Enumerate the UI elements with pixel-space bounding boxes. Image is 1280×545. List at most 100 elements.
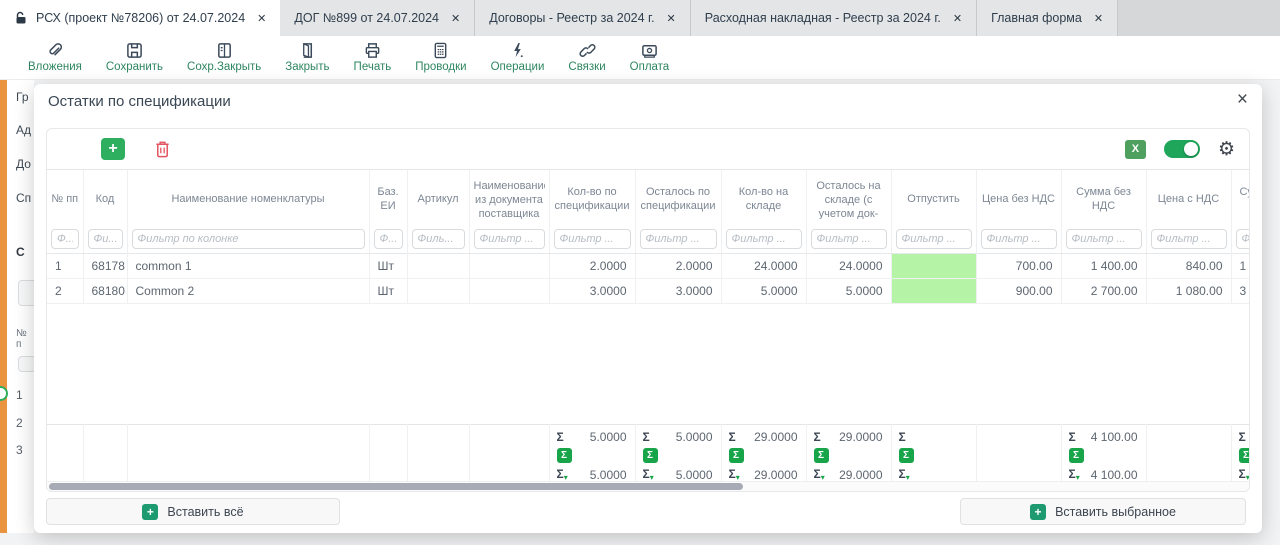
insert-selected-button[interactable]: + Вставить выбранное xyxy=(960,498,1246,525)
payment-button[interactable]: Оплата xyxy=(618,36,682,80)
close-button[interactable]: Закрыть xyxy=(273,36,341,80)
link-icon xyxy=(578,42,597,59)
col-header-sum-vat[interactable]: Сумма с НДС xyxy=(1231,170,1249,227)
tab-dog-899[interactable]: ДОГ №899 от 24.07.2024 ✕ xyxy=(280,0,475,36)
totals-qty-stock: Σ29.0000 Σ Σ▾29.0000 xyxy=(721,425,806,482)
cell-base-unit: Шт xyxy=(369,279,407,304)
filter-input-supplier-doc-name[interactable] xyxy=(474,229,545,249)
filter-input-code[interactable] xyxy=(88,229,123,249)
postings-button[interactable]: Проводки xyxy=(403,36,478,80)
filter-input-sum-vat[interactable] xyxy=(1236,229,1250,249)
filter-input-left-spec[interactable] xyxy=(640,229,717,249)
attachments-label: Вложения xyxy=(28,61,82,73)
toggle-knob xyxy=(1184,142,1198,156)
tab-dogovory-registry[interactable]: Договоры - Реестр за 2024 г. ✕ xyxy=(475,0,691,36)
cell-article xyxy=(407,254,469,279)
tab-close-icon[interactable]: ✕ xyxy=(667,12,676,25)
sum-selected-icon[interactable]: Σ xyxy=(814,448,829,463)
filter-input-sum-no-vat[interactable] xyxy=(1066,229,1142,249)
tab-close-icon[interactable]: ✕ xyxy=(257,12,266,25)
bg-field-label: Сп xyxy=(16,191,31,205)
col-header-left-spec[interactable]: Осталось по спецификации xyxy=(635,170,721,227)
col-header-code[interactable]: Код xyxy=(83,170,127,227)
filter-input-name[interactable] xyxy=(132,229,365,249)
attachments-button[interactable]: Вложения xyxy=(16,36,94,80)
totals-sum-no-vat: Σ4 100.00 Σ Σ▾4 100.00 xyxy=(1061,425,1146,482)
tab-close-icon[interactable]: ✕ xyxy=(953,12,962,25)
links-label: Связки xyxy=(568,61,605,73)
dialog-close-icon[interactable]: × xyxy=(1237,89,1248,111)
col-header-price-no-vat[interactable]: Цена без НДС xyxy=(976,170,1061,227)
sum-icon: Σ xyxy=(557,430,564,444)
sum-icon: Σ xyxy=(729,430,736,444)
filter-input-qty-spec[interactable] xyxy=(554,229,631,249)
links-button[interactable]: Связки xyxy=(556,36,617,80)
orange-accent-bar xyxy=(0,36,7,533)
scrollbar-thumb[interactable] xyxy=(49,483,743,490)
col-header-base-unit[interactable]: Баз. ЕИ xyxy=(369,170,407,227)
bg-row-number: 1 xyxy=(16,388,23,402)
cell-name: common 1 xyxy=(127,254,369,279)
sum-filtered-icon: Σ▾ xyxy=(1239,467,1250,481)
insert-all-button[interactable]: + Вставить всё xyxy=(46,498,340,525)
cell-code: 68178 xyxy=(83,254,127,279)
totals-release: Σ Σ Σ▾ xyxy=(891,425,976,482)
sum-filtered-icon: Σ▾ xyxy=(814,467,825,481)
delete-row-button[interactable] xyxy=(151,138,173,160)
sum-selected-icon[interactable]: Σ xyxy=(1239,448,1250,463)
release-qty-cell[interactable] xyxy=(891,254,976,279)
tab-rashodnaya-registry[interactable]: Расходная накладная - Реестр за 2024 г. … xyxy=(691,0,977,36)
filter-input-base-unit[interactable] xyxy=(374,229,403,249)
main-toolbar: Вложения Сохранить Сохр.Закрыть Закрыть … xyxy=(0,36,1280,80)
table-row[interactable]: 2 68180 Common 2 Шт 3.0000 3.0000 5.0000… xyxy=(47,279,1249,304)
col-header-release[interactable]: Отпустить xyxy=(891,170,976,227)
bg-filter-fragment xyxy=(18,356,34,372)
filter-input-price-no-vat[interactable] xyxy=(981,229,1057,249)
col-header-qty-stock[interactable]: Кол-во на складе xyxy=(721,170,806,227)
sum-selected-icon[interactable]: Σ xyxy=(557,448,572,463)
col-header-name[interactable]: Наименование номенклатуры xyxy=(127,170,369,227)
postings-label: Проводки xyxy=(415,61,466,73)
tab-main-form[interactable]: Главная форма ✕ xyxy=(977,0,1118,36)
filter-input-qty-stock[interactable] xyxy=(726,229,802,249)
filter-input-article[interactable] xyxy=(412,229,465,249)
col-header-sum-no-vat[interactable]: Сумма без НДС xyxy=(1061,170,1146,227)
tab-rsh-project[interactable]: РСХ (проект №78206) от 24.07.2024 ✕ xyxy=(0,0,280,36)
table-row[interactable]: 1 68178 common 1 Шт 2.0000 2.0000 24.000… xyxy=(47,254,1249,279)
tab-close-icon[interactable]: ✕ xyxy=(451,12,460,25)
filter-input-left-stock[interactable] xyxy=(811,229,887,249)
save-close-button[interactable]: Сохр.Закрыть xyxy=(175,36,273,80)
save-button[interactable]: Сохранить xyxy=(94,36,175,80)
filter-toggle[interactable] xyxy=(1164,140,1200,158)
col-header-left-stock[interactable]: Осталось на складе (с учетом док- xyxy=(806,170,891,227)
sum-selected-icon[interactable]: Σ xyxy=(643,448,658,463)
filter-input-price-vat[interactable] xyxy=(1151,229,1227,249)
sum-selected-icon[interactable]: Σ xyxy=(899,448,914,463)
col-header-supplier-doc-name[interactable]: Наименование из документа поставщика xyxy=(469,170,549,227)
col-header-num[interactable]: № пп xyxy=(47,170,83,227)
filter-input-num[interactable] xyxy=(51,229,79,249)
cell-price-no-vat: 700.00 xyxy=(976,254,1061,279)
tab-close-icon[interactable]: ✕ xyxy=(1094,12,1103,25)
excel-export-button[interactable]: X xyxy=(1125,140,1146,159)
sum-selected-icon[interactable]: Σ xyxy=(1069,448,1084,463)
tab-label: Расходная накладная - Реестр за 2024 г. xyxy=(705,11,941,25)
cell-sum-vat: 3 240.00 xyxy=(1231,279,1249,304)
gear-icon[interactable]: ⚙ xyxy=(1218,140,1235,159)
plus-icon: + xyxy=(1030,504,1046,520)
release-qty-cell[interactable] xyxy=(891,279,976,304)
cell-supplier-doc-name xyxy=(469,254,549,279)
sum-selected-icon[interactable]: Σ xyxy=(729,448,744,463)
close-label: Закрыть xyxy=(285,61,329,73)
grid-panel: + X ⚙ xyxy=(46,128,1250,492)
col-header-article[interactable]: Артикул xyxy=(407,170,469,227)
cell-left-spec: 3.0000 xyxy=(635,279,721,304)
cell-price-vat: 1 080.00 xyxy=(1146,279,1231,304)
totals-row: Σ5.0000 Σ Σ▾5.0000 Σ5.0000 Σ Σ▾5.0000 Σ2… xyxy=(47,425,1249,482)
filter-input-release[interactable] xyxy=(896,229,972,249)
print-button[interactable]: Печать xyxy=(342,36,404,80)
col-header-qty-spec[interactable]: Кол-во по спецификации xyxy=(549,170,635,227)
col-header-price-vat[interactable]: Цена с НДС xyxy=(1146,170,1231,227)
add-row-button[interactable]: + xyxy=(101,138,125,160)
operations-button[interactable]: Операции xyxy=(479,36,557,80)
